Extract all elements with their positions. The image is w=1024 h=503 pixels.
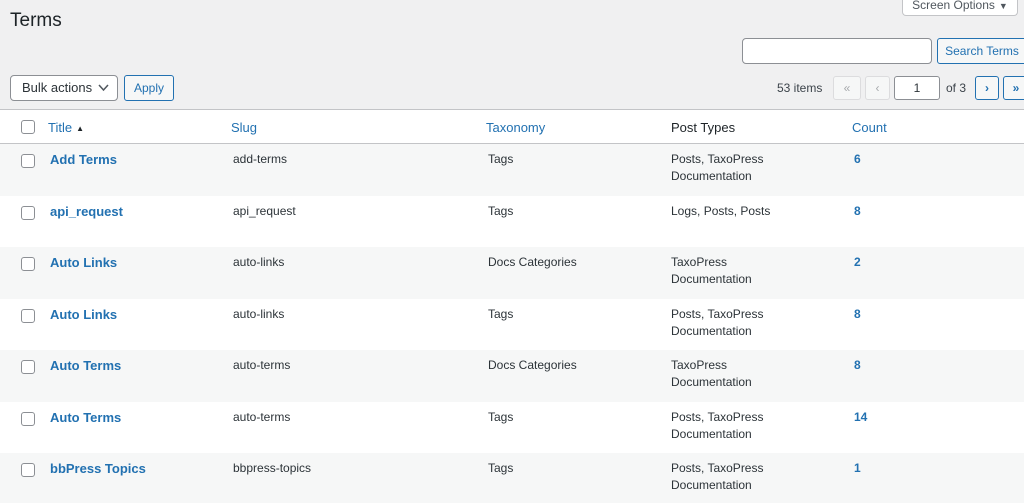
term-slug: api_request bbox=[233, 203, 296, 218]
apply-button[interactable]: Apply bbox=[124, 75, 174, 101]
table-row: Add Terms add-terms Tags Posts, TaxoPres… bbox=[0, 144, 1024, 196]
column-taxonomy-header[interactable]: Taxonomy bbox=[486, 119, 545, 136]
row-checkbox[interactable] bbox=[21, 308, 35, 323]
search-input[interactable] bbox=[742, 38, 932, 64]
term-title-link[interactable]: Auto Links bbox=[50, 254, 117, 271]
term-count-link[interactable]: 8 bbox=[854, 203, 861, 220]
term-taxonomy: Docs Categories bbox=[488, 358, 577, 372]
term-slug: bbpress-topics bbox=[233, 461, 312, 475]
term-title-link[interactable]: Auto Terms bbox=[50, 357, 121, 374]
term-count-link[interactable]: 6 bbox=[854, 151, 861, 168]
term-count-link[interactable]: 1 bbox=[854, 460, 861, 477]
current-page-input[interactable]: 1 bbox=[894, 76, 940, 100]
row-checkbox[interactable] bbox=[21, 154, 35, 168]
term-title-link[interactable]: api_request bbox=[50, 203, 123, 220]
column-title-header[interactable]: Title ▲ bbox=[48, 119, 84, 137]
term-post-types: TaxoPress Documentation bbox=[671, 358, 752, 389]
row-checkbox[interactable] bbox=[21, 257, 35, 271]
term-slug: auto-links bbox=[233, 255, 285, 269]
term-taxonomy: Tags bbox=[488, 203, 514, 218]
term-title-link[interactable]: Auto Links bbox=[50, 306, 117, 323]
last-page-button[interactable]: » bbox=[1003, 76, 1024, 100]
term-post-types: Posts, TaxoPress Documentation bbox=[671, 152, 764, 183]
table-row: Auto Links auto-links Docs Categories Ta… bbox=[0, 247, 1024, 299]
term-count-link[interactable]: 8 bbox=[854, 357, 861, 374]
items-count: 53 items bbox=[777, 81, 823, 95]
term-taxonomy: Tags bbox=[488, 152, 514, 166]
table-row: Auto Links auto-links Tags Posts, TaxoPr… bbox=[0, 298, 1024, 350]
term-taxonomy: Tags bbox=[488, 409, 514, 424]
term-post-types: Logs, Posts, Posts bbox=[671, 203, 771, 218]
row-checkbox[interactable] bbox=[21, 360, 35, 374]
term-taxonomy: Tags bbox=[488, 306, 514, 321]
term-title-link[interactable]: Auto Terms bbox=[50, 409, 121, 426]
row-checkbox[interactable] bbox=[21, 463, 35, 477]
column-slug-header[interactable]: Slug bbox=[231, 119, 257, 136]
bulk-actions-select[interactable]: Bulk actions bbox=[10, 75, 118, 101]
table-row: api_request api_request Tags Logs, Posts… bbox=[0, 195, 1024, 247]
table-header: Title ▲ Slug Taxonomy Post Types Count bbox=[0, 110, 1024, 144]
column-title-label: Title bbox=[48, 120, 73, 135]
select-all-checkbox[interactable] bbox=[21, 120, 35, 134]
search-terms-button[interactable]: Search Terms bbox=[937, 38, 1024, 64]
table-row: Auto Terms auto-terms Tags Posts, TaxoPr… bbox=[0, 401, 1024, 453]
terms-table: Title ▲ Slug Taxonomy Post Types Count Ad… bbox=[0, 109, 1024, 503]
term-count-link[interactable]: 8 bbox=[854, 306, 861, 323]
next-page-button[interactable]: › bbox=[975, 76, 999, 100]
term-post-types: Posts, TaxoPress Documentation bbox=[671, 409, 764, 441]
row-checkbox[interactable] bbox=[21, 411, 35, 426]
term-slug: auto-links bbox=[233, 306, 285, 321]
term-post-types: Posts, TaxoPress Documentation bbox=[671, 306, 764, 338]
screen-options-button[interactable]: Screen Options ▼ bbox=[902, 0, 1018, 16]
term-post-types: Posts, TaxoPress Documentation bbox=[671, 461, 764, 492]
prev-page-button: ‹ bbox=[865, 76, 890, 100]
term-taxonomy: Docs Categories bbox=[488, 255, 577, 269]
screen-options-label: Screen Options bbox=[912, 0, 995, 12]
term-title-link[interactable]: Add Terms bbox=[50, 151, 117, 168]
term-slug: add-terms bbox=[233, 152, 288, 166]
page-title: Terms bbox=[10, 10, 62, 31]
caret-down-icon: ▼ bbox=[998, 1, 1008, 11]
table-row: bbPress Topics bbpress-topics Tags Posts… bbox=[0, 453, 1024, 503]
total-pages-label: of 3 bbox=[946, 81, 967, 95]
chevron-down-icon bbox=[98, 76, 109, 109]
column-count-header[interactable]: Count bbox=[852, 119, 887, 136]
term-slug: auto-terms bbox=[233, 358, 291, 372]
term-slug: auto-terms bbox=[233, 409, 291, 424]
sort-asc-icon: ▲ bbox=[76, 124, 84, 133]
term-title-link[interactable]: bbPress Topics bbox=[50, 460, 146, 477]
term-taxonomy: Tags bbox=[488, 461, 514, 475]
table-body: Add Terms add-terms Tags Posts, TaxoPres… bbox=[0, 144, 1024, 503]
term-count-link[interactable]: 2 bbox=[854, 254, 861, 271]
first-page-button: « bbox=[833, 76, 861, 100]
bulk-actions-label: Bulk actions bbox=[22, 80, 93, 95]
term-count-link[interactable]: 14 bbox=[854, 409, 867, 426]
row-checkbox[interactable] bbox=[21, 205, 35, 220]
table-row: Auto Terms auto-terms Docs Categories Ta… bbox=[0, 350, 1024, 402]
term-post-types: TaxoPress Documentation bbox=[671, 255, 752, 286]
column-post-types-header: Post Types bbox=[671, 120, 736, 135]
